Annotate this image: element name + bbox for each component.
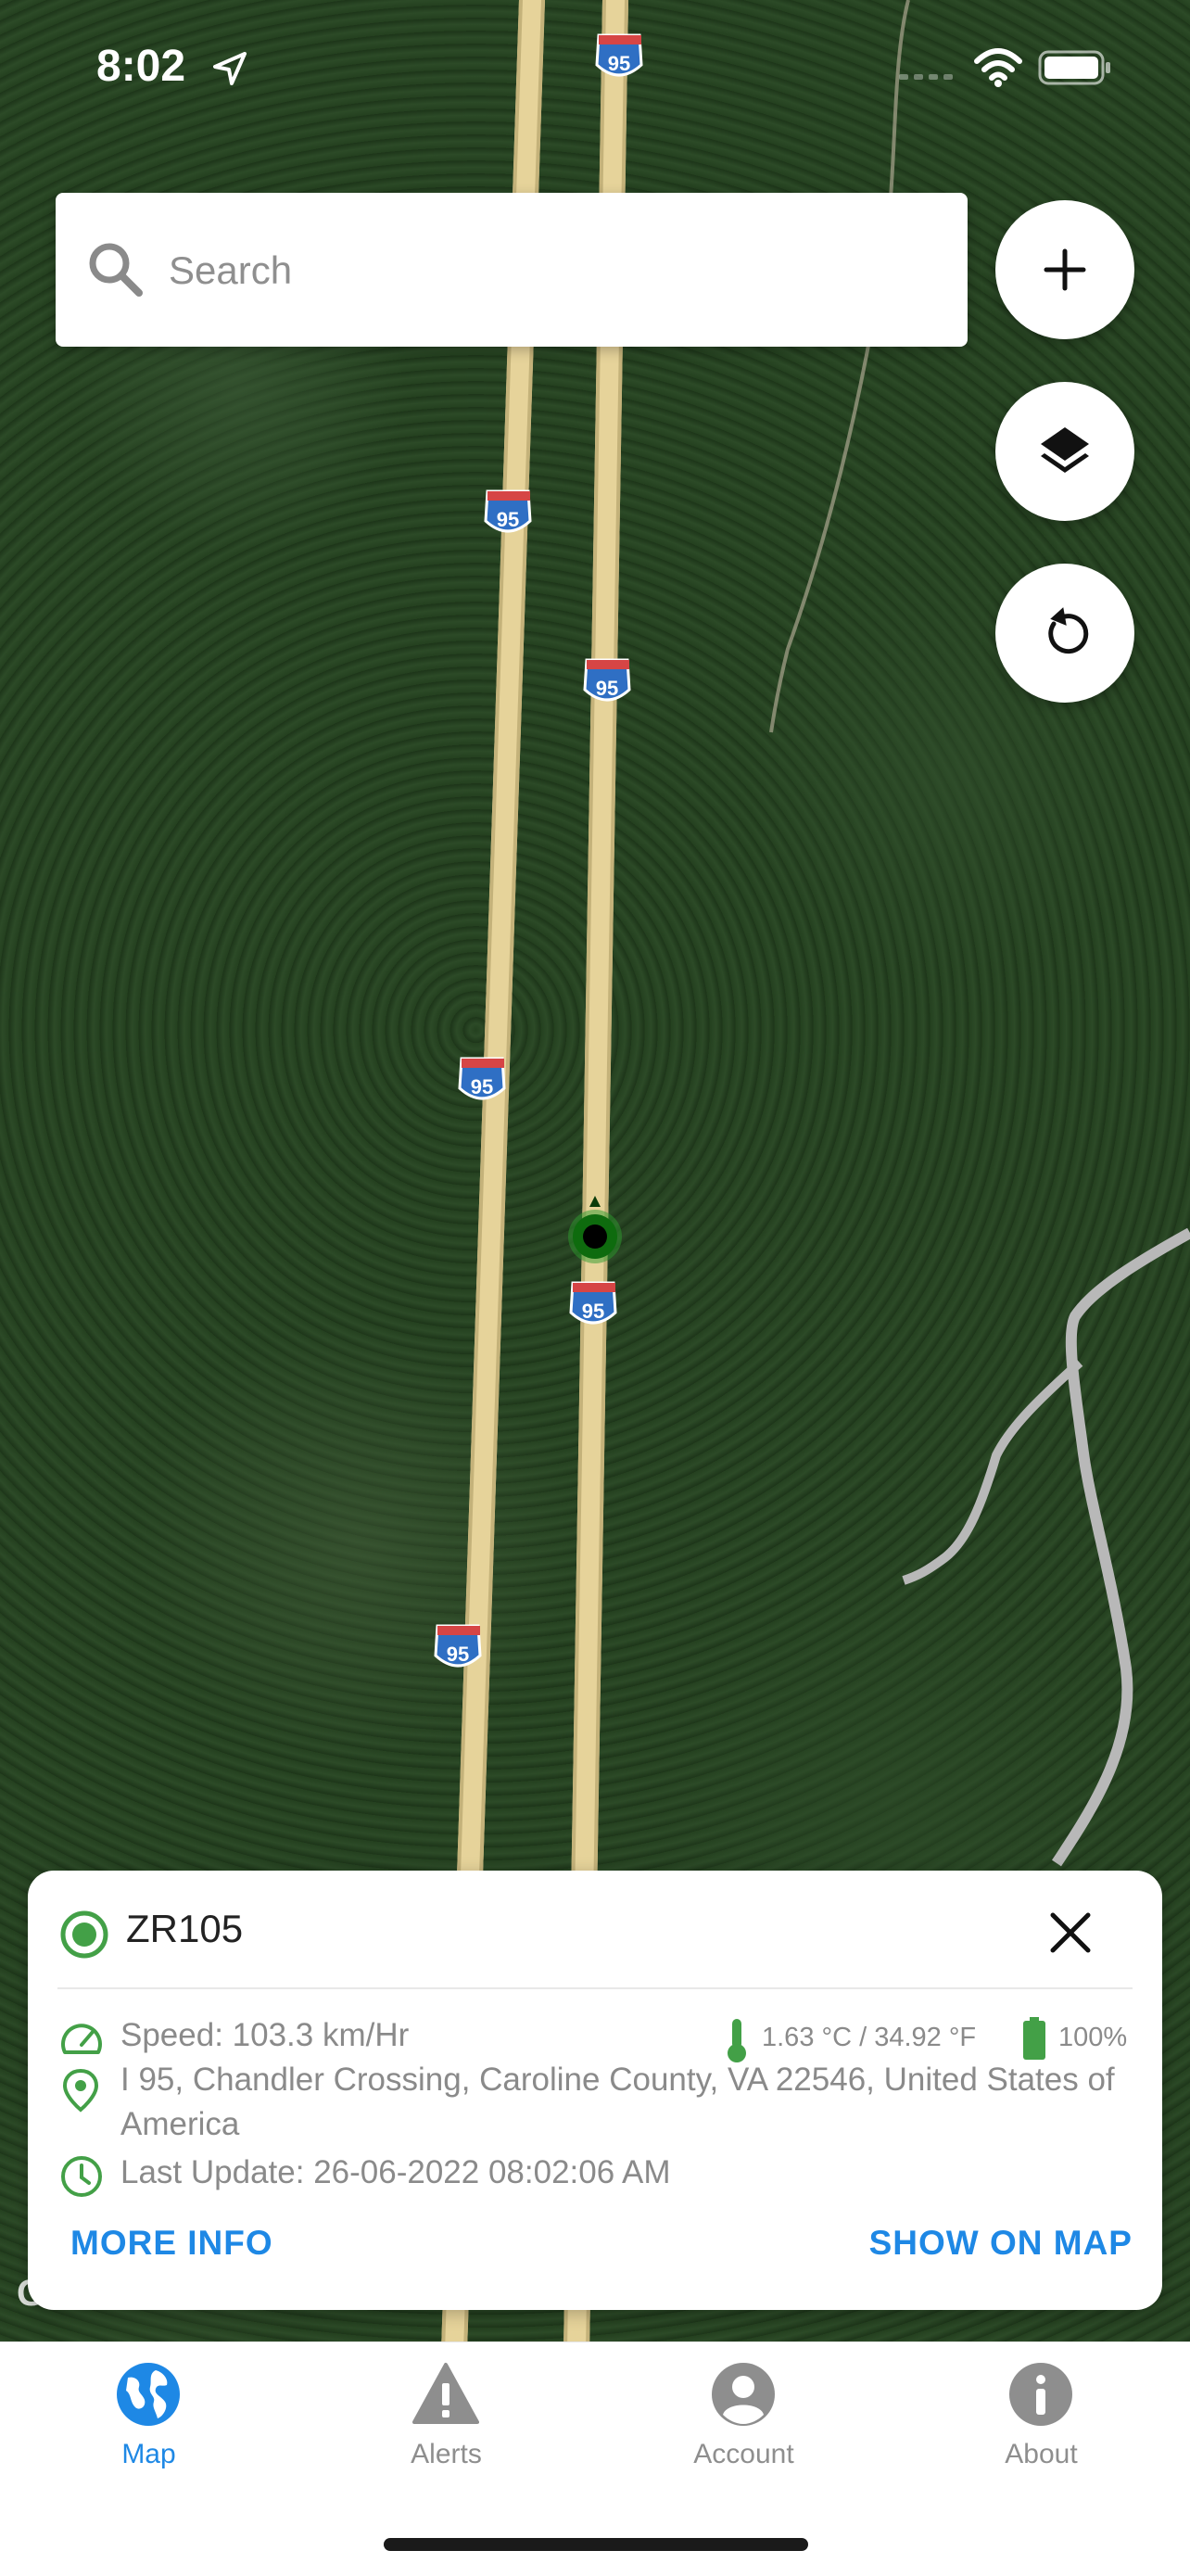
- tab-label: Map: [121, 2439, 176, 2469]
- status-time: 8:02: [96, 42, 186, 91]
- cellular-signal-icon: [899, 74, 953, 80]
- tab-label: Account: [693, 2439, 794, 2469]
- card-divider: [57, 1987, 1133, 1989]
- tab-label: About: [1005, 2439, 1078, 2469]
- warning-icon: [412, 2363, 479, 2424]
- wifi-icon: [974, 48, 1022, 87]
- speed-text: Speed: 103.3 km/Hr: [120, 2017, 410, 2053]
- tab-about[interactable]: About: [892, 2342, 1190, 2500]
- vehicle-marker[interactable]: [565, 1196, 625, 1270]
- info-icon: [1009, 2363, 1072, 2426]
- svg-text:95: 95: [608, 52, 630, 75]
- clock-icon: [61, 2156, 102, 2197]
- thermometer-icon: [728, 2019, 746, 2062]
- search-bar[interactable]: [56, 193, 968, 347]
- layers-icon: [1041, 427, 1089, 473]
- battery-level-icon: [1023, 2017, 1045, 2060]
- svg-text:95: 95: [582, 1300, 604, 1323]
- rotate-icon: [1048, 607, 1089, 654]
- vehicle-name: ZR105: [126, 1907, 244, 1950]
- tab-alerts[interactable]: Alerts: [298, 2342, 595, 2500]
- more-info-button[interactable]: MORE INFO: [70, 2221, 273, 2265]
- vehicle-info-card: ZR105 Speed: 103.3 km/Hr 1.63 °C / 34.92…: [28, 1871, 1162, 2310]
- route-shield: 95: [434, 1624, 482, 1668]
- account-icon: [712, 2363, 775, 2426]
- speedometer-icon: [61, 2024, 102, 2054]
- close-icon[interactable]: [1045, 1908, 1095, 1958]
- tab-account[interactable]: Account: [595, 2342, 892, 2500]
- add-button[interactable]: [995, 200, 1134, 339]
- location-pin-icon: [62, 2068, 99, 2113]
- temperature-text: 1.63 °C / 34.92 °F: [762, 2023, 977, 2052]
- svg-text:95: 95: [471, 1075, 493, 1098]
- plus-icon: [1044, 248, 1086, 291]
- battery-text: 100%: [1058, 2023, 1128, 2052]
- svg-text:95: 95: [596, 677, 618, 700]
- tab-label: Alerts: [411, 2439, 482, 2469]
- route-shield: 95: [569, 1281, 617, 1325]
- route-shield: 95: [484, 489, 532, 533]
- refresh-button[interactable]: [995, 564, 1134, 703]
- svg-text:95: 95: [497, 508, 519, 531]
- svg-text:95: 95: [447, 1643, 469, 1666]
- layers-button[interactable]: [995, 382, 1134, 521]
- last-update-text: Last Update: 26-06-2022 08:02:06 AM: [120, 2154, 671, 2190]
- location-arrow-icon: [213, 52, 247, 85]
- search-icon: [89, 243, 143, 297]
- home-indicator: [384, 2538, 808, 2551]
- route-shield: 95: [583, 658, 631, 702]
- show-on-map-button[interactable]: SHOW ON MAP: [869, 2221, 1133, 2265]
- search-input[interactable]: [167, 230, 930, 311]
- battery-icon: [1038, 50, 1110, 85]
- tab-map[interactable]: Map: [0, 2342, 298, 2500]
- globe-icon: [117, 2363, 180, 2426]
- route-shield: 95: [458, 1057, 506, 1100]
- address-text: I 95, Chandler Crossing, Caroline County…: [120, 2062, 1115, 2142]
- route-shield: 95: [595, 33, 643, 77]
- status-dot-icon: [60, 1910, 108, 1959]
